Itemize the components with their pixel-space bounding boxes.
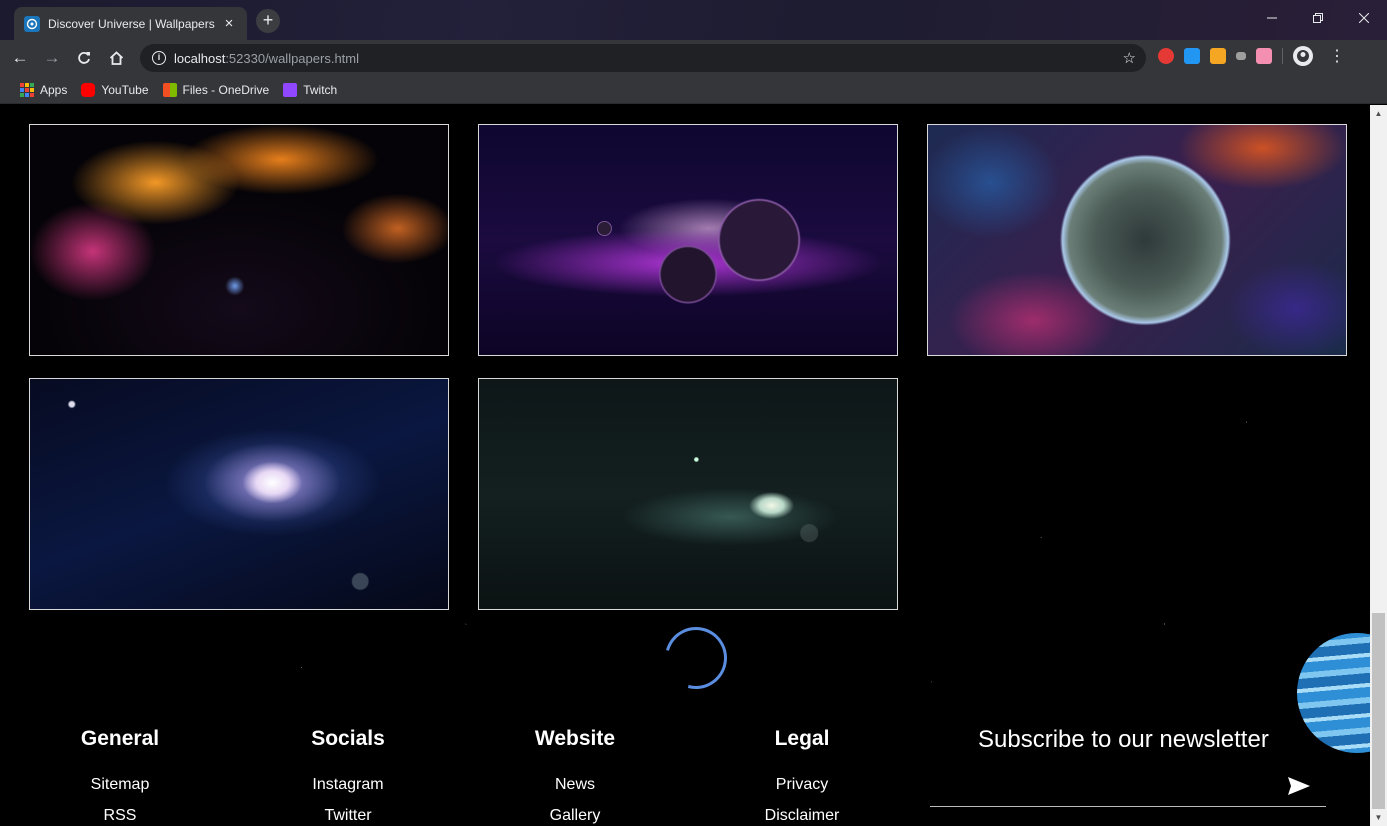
bookmark-youtube[interactable]: YouTube [81,82,149,97]
wallpaper-teal-galaxy-moon[interactable] [478,378,898,610]
page-scrollbar[interactable]: ▲ ▼ [1370,105,1387,826]
bookmark-label: Apps [40,82,68,97]
back-arrow-icon[interactable]: ← [8,46,32,70]
page-viewport: General Sitemap RSS Socials Instagram Tw… [0,105,1370,826]
scrollbar-thumb[interactable] [1372,613,1385,809]
footer-column-website: Website News Gallery [485,727,665,826]
bookmark-apps[interactable]: Apps [20,82,68,97]
window-extension-icon[interactable] [1184,48,1200,64]
address-bar[interactable]: i localhost:52330/wallpapers.html ☆ [140,44,1146,72]
bookmark-star-icon[interactable]: ☆ [1123,49,1136,67]
bookmarks-bar: Apps YouTube Files - OneDrive Twitch [0,76,1387,104]
wallpaper-earth-planet-nebula[interactable] [927,124,1347,356]
newsletter-form: Subscribe to our newsletter [930,725,1326,807]
restore-icon[interactable] [1295,0,1341,36]
wallpaper-spiral-galaxy[interactable] [29,378,449,610]
browser-menu-icon[interactable]: ⋮ [1329,46,1345,66]
rss-extension-icon[interactable] [1210,48,1226,64]
new-tab-button[interactable]: + [256,9,280,33]
tab-title: Discover Universe | Wallpapers [48,16,215,31]
newsletter-title: Subscribe to our newsletter [978,726,1269,753]
footer-link-twitter[interactable]: Twitter [258,806,438,825]
footer-heading: General [80,727,160,750]
apps-grid-icon [20,82,34,97]
url-host: localhost [174,50,226,66]
window-controls [1249,0,1387,40]
browser-toolbar: ← → i localhost:52330/wallpapers.html ☆ … [0,40,1387,76]
footer-link-rss[interactable]: RSS [30,806,210,825]
footer-column-general: General Sitemap RSS [30,727,210,826]
footer-column-socials: Socials Instagram Twitter [258,727,438,826]
bookmark-onedrive[interactable]: Files - OneDrive [162,82,270,97]
scroll-up-arrow-icon[interactable]: ▲ [1370,105,1387,122]
bookmark-label: YouTube [101,82,149,97]
loading-spinner-icon [653,615,739,701]
footer-heading: Socials [311,727,385,750]
bookmark-label: Twitch [303,82,338,97]
site-favicon-icon [24,15,40,32]
footer-link-disclaimer[interactable]: Disclaimer [712,806,892,825]
browser-tab-active[interactable]: Discover Universe | Wallpapers × [14,7,247,40]
adblock-extension-icon[interactable] [1158,48,1174,64]
site-info-icon[interactable]: i [152,51,166,65]
pocket-extension-icon[interactable] [1256,48,1272,64]
reload-icon[interactable] [72,46,96,70]
minimize-icon[interactable] [1249,0,1295,36]
toolbar-separator [1282,48,1283,64]
footer-column-legal: Legal Privacy Disclaimer [712,727,892,826]
footer-link-privacy[interactable]: Privacy [712,775,892,794]
wallpaper-purple-twin-planets[interactable] [478,124,898,356]
footer-heading: Website [534,727,616,750]
footer-heading: Legal [774,727,830,750]
window-close-icon[interactable] [1341,0,1387,36]
extensions-area: ⋮ [1158,46,1345,66]
send-arrow-icon[interactable] [1288,777,1310,795]
footer-link-instagram[interactable]: Instagram [258,775,438,794]
mask-extension-icon[interactable] [1236,52,1246,60]
newsletter-email-input[interactable] [930,771,1326,807]
microsoft-icon [162,82,177,97]
footer-link-news[interactable]: News [485,775,665,794]
forward-arrow-icon[interactable]: → [40,46,64,70]
footer-link-sitemap[interactable]: Sitemap [30,775,210,794]
profile-avatar-icon[interactable] [1293,46,1313,66]
scroll-down-arrow-icon[interactable]: ▼ [1370,809,1387,826]
wallpaper-orange-pink-nebula[interactable] [29,124,449,356]
bookmark-twitch[interactable]: Twitch [283,82,338,97]
browser-titlebar: Discover Universe | Wallpapers × + [0,0,1387,40]
tab-close-icon[interactable]: × [221,15,237,32]
bookmark-label: Files - OneDrive [182,82,270,97]
youtube-icon [81,82,96,97]
footer-link-gallery[interactable]: Gallery [485,806,665,825]
url-path: :52330/wallpapers.html [225,50,360,66]
home-icon[interactable] [104,46,128,70]
twitch-icon [283,82,298,97]
